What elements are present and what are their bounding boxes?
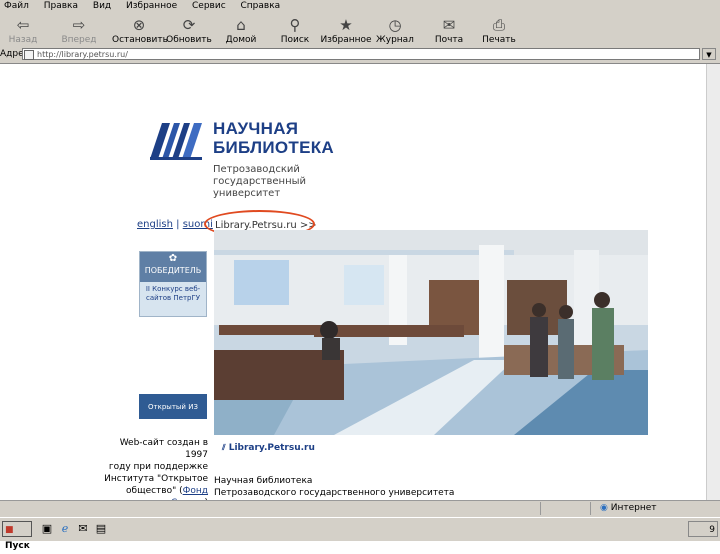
mail-button[interactable]: ✉ Почта (426, 15, 472, 45)
security-zone-label: Интернет (610, 503, 657, 513)
vertical-scrollbar[interactable] (706, 64, 720, 500)
media-icon[interactable]: ▤ (94, 522, 108, 536)
library-address-line2: Петрозаводского государственного универс… (214, 488, 455, 498)
page-content: НАУЧНАЯ БИБЛИОТЕКА Петрозаводский госуда… (0, 64, 720, 500)
university-name-line2: государственный (213, 176, 307, 187)
history-button-label: Журнал (376, 35, 414, 45)
mail-icon: ✉ (442, 16, 456, 34)
menu-view[interactable]: Вид (93, 1, 111, 11)
search-button[interactable]: ⚲ Поиск (272, 15, 318, 45)
refresh-button[interactable]: ⟳ Обновить (166, 15, 212, 45)
favorites-icon: ★ (339, 16, 353, 34)
security-zone: ◉ Интернет (600, 503, 657, 513)
library-address: Научная библиотека Петрозаводского госуд… (214, 475, 454, 499)
system-tray: 9 (688, 521, 718, 537)
site-info: Web-сайт создан в 1997 году при поддержк… (96, 437, 208, 500)
history-icon: ◷ (388, 16, 402, 34)
winner-banner[interactable]: ✿ ПОБЕДИТЕЛЬ II Конкурс веб-сайтов ПетрГ… (139, 251, 207, 317)
menu-bar: Файл Правка Вид Избранное Сервис Справка (0, 0, 720, 13)
menu-favorites[interactable]: Избранное (126, 1, 177, 11)
university-name: Петрозаводский государственный университ… (213, 164, 306, 200)
home-button-label: Домой (225, 35, 257, 45)
clock: 9 (709, 525, 715, 535)
menu-file[interactable]: Файл (4, 1, 29, 11)
forward-arrow-icon: ⇨ (72, 16, 86, 34)
university-name-line3: университет (213, 188, 281, 199)
search-icon: ⚲ (289, 16, 301, 34)
desktop-icon[interactable]: ▣ (40, 522, 54, 536)
home-button[interactable]: ⌂ Домой (218, 15, 264, 45)
print-button-label: Печать (482, 35, 516, 45)
home-icon: ⌂ (236, 16, 246, 34)
taskbar: ■ Пуск ▣ ℯ ✉ ▤ 9 (0, 517, 720, 551)
history-button[interactable]: ◷ Журнал (372, 15, 418, 45)
library-hall-photo (214, 230, 648, 435)
back-button[interactable]: ⇦ Назад (0, 15, 46, 45)
winner-banner-head: ✿ ПОБЕДИТЕЛЬ (140, 252, 206, 282)
menu-help[interactable]: Справка (241, 1, 281, 11)
print-button[interactable]: ⎙ Печать (476, 15, 522, 45)
library-title-line2: БИБЛИОТЕКА (213, 138, 334, 157)
back-arrow-icon: ⇦ (16, 16, 30, 34)
address-input[interactable]: http://library.petrsu.ru/ (22, 48, 700, 60)
footer-site-link-label: Library.Petrsu.ru (228, 443, 315, 453)
library-title: НАУЧНАЯ БИБЛИОТЕКА (213, 119, 334, 157)
favorites-button-label: Избранное (320, 35, 372, 45)
winner-banner-title: ПОБЕДИТЕЛЬ (144, 266, 202, 275)
site-info-line4-prefix: общество" ( (126, 486, 183, 496)
university-name-line1: Петрозаводский (213, 164, 300, 175)
forward-button-label: Вперед (61, 35, 97, 45)
address-bar: Адрес http://library.petrsu.ru/ ▼ (0, 47, 720, 64)
toolbar: ⇦ Назад ⇨ Вперед ⊗ Остановить ⟳ Обновить… (0, 13, 720, 48)
language-separator: | (176, 219, 180, 230)
address-dropdown-button[interactable]: ▼ (702, 48, 716, 60)
outlook-icon[interactable]: ✉ (76, 522, 90, 536)
site-info-line4: общество" (Фонд Сороса) (96, 485, 208, 500)
library-title-line1: НАУЧНАЯ (213, 119, 299, 138)
stop-button-label: Остановить (112, 35, 168, 45)
footer-logo-icon: ⫽ (222, 443, 226, 452)
globe-icon: ◉ (600, 503, 608, 513)
stop-icon: ⊗ (132, 16, 146, 34)
windows-logo-icon: ■ (5, 525, 14, 535)
printer-icon: ⎙ (492, 16, 505, 34)
start-button-label: Пуск (5, 541, 30, 551)
footer-site-link[interactable]: ⫽ Library.Petrsu.ru (222, 443, 315, 453)
forward-button[interactable]: ⇨ Вперед (56, 15, 102, 45)
start-button[interactable]: ■ Пуск (2, 521, 32, 551)
winner-banner-text: II Конкурс веб-сайтов ПетрГУ (145, 285, 201, 302)
site-info-line3: Института "Открытое (104, 474, 208, 484)
stop-button[interactable]: ⊗ Остановить (112, 15, 168, 45)
status-bar: ◉ Интернет (0, 500, 720, 517)
library-logo-icon (150, 123, 202, 160)
favorites-button[interactable]: ★ Избранное (318, 15, 374, 45)
status-separator (590, 502, 591, 515)
menu-edit[interactable]: Правка (44, 1, 78, 11)
site-info-line1: Web-сайт создан в 1997 (119, 438, 208, 460)
page-icon (24, 50, 34, 60)
library-address-line1: Научная библиотека (214, 476, 313, 486)
search-button-label: Поиск (280, 35, 310, 45)
menu-tools[interactable]: Сервис (192, 1, 226, 11)
english-link[interactable]: english (137, 219, 173, 230)
refresh-button-label: Обновить (166, 35, 212, 45)
ie-icon[interactable]: ℯ (58, 522, 72, 536)
laurel-icon: ✿ (168, 253, 178, 264)
mail-button-label: Почта (434, 35, 464, 45)
status-separator (540, 502, 541, 515)
open-society-banner-text: Открытый ИЗ (148, 403, 198, 411)
site-info-line2: году при поддержке (108, 462, 208, 472)
back-button-label: Назад (8, 35, 38, 45)
refresh-icon: ⟳ (182, 16, 196, 34)
open-society-banner[interactable]: Открытый ИЗ (139, 394, 207, 419)
language-links: english | suomi (137, 219, 213, 230)
